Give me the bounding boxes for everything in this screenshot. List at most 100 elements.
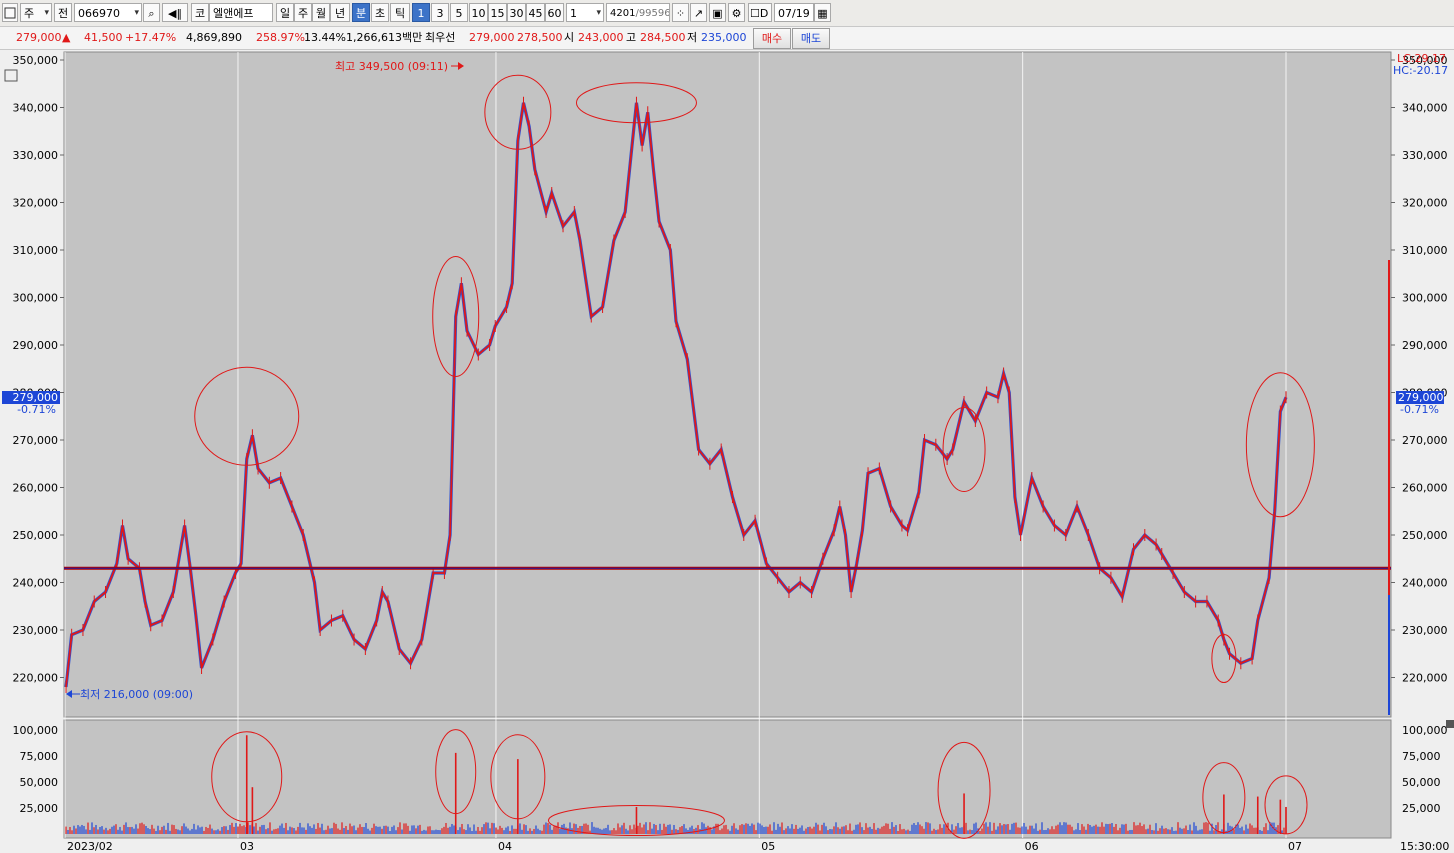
search-icon[interactable]: ⌕ — [143, 3, 160, 22]
prev-button[interactable]: 전 — [54, 3, 72, 22]
x-tick-label: 06 — [1025, 840, 1039, 853]
interval-1-button[interactable]: 1 — [412, 3, 430, 22]
interval-3-button[interactable]: 3 — [431, 3, 449, 22]
interval-input[interactable]: 1 — [566, 3, 604, 22]
x-tick-label: 05 — [761, 840, 775, 853]
volume-tick-label: 25,000 — [20, 802, 59, 815]
date-input[interactable]: 07/19 — [774, 3, 814, 22]
date-checkbox[interactable]: ☐D — [748, 3, 772, 22]
period-second-button[interactable]: 초 — [371, 3, 389, 22]
interval-10-button[interactable]: 10 — [469, 3, 488, 22]
annotation-high: 최고 349,500 (09:11) — [335, 60, 448, 73]
up-arrow-icon: ▲ — [62, 31, 71, 44]
volume-tick-label-right: 75,000 — [1402, 750, 1441, 763]
price-chart[interactable]: 350,000 350,000340,000 340,000330,000 330,0… — [0, 50, 1454, 853]
interval-30-button[interactable]: 30 — [507, 3, 526, 22]
volume-tick-label: 100,000 — [13, 724, 59, 737]
y-tick-label: 220,000 — [13, 672, 59, 685]
calendar-icon[interactable]: ▦ — [814, 3, 831, 22]
y-tick-label-right: 340,000 — [1402, 102, 1448, 115]
trade-amount: 1,266,613백만 — [346, 31, 423, 44]
interval-5-button[interactable]: 5 — [450, 3, 468, 22]
time-label: 15:30:00 — [1400, 840, 1449, 853]
quote-bar: 279,000 ▲ 41,500 +17.47% 4,869,890 258.9… — [0, 27, 1454, 50]
turnover-rate: 13.44% — [304, 31, 346, 44]
y-tick-label: 250,000 — [13, 529, 59, 542]
last-change-right: -0.71% — [1400, 403, 1439, 416]
y-tick-label-right: 220,000 — [1402, 672, 1448, 685]
y-tick-label-right: 270,000 — [1402, 434, 1448, 447]
period-week-button[interactable]: 주 — [294, 3, 312, 22]
period-year-button[interactable]: 년 — [330, 3, 350, 22]
hc-label: HC:-20.17 — [1393, 64, 1448, 77]
buy-button[interactable]: 매수 — [753, 28, 791, 49]
y-tick-label: 350,000 — [13, 54, 59, 67]
current-price: 279,000 — [16, 31, 62, 44]
save-icon[interactable]: ▣ — [709, 3, 726, 22]
y-tick-label: 320,000 — [13, 197, 59, 210]
y-tick-label: 270,000 — [13, 434, 59, 447]
toolbar: 주 전 066970 ⌕ ◀‖ 코 엘앤에프 일 주 월 년 분 초 틱 1 3… — [0, 0, 1454, 27]
y-tick-label-right: 300,000 — [1402, 292, 1448, 305]
gear-icon[interactable]: ⚙ — [728, 3, 745, 22]
high-label: 고 — [626, 31, 637, 44]
y-tick-label-right: 240,000 — [1402, 577, 1448, 590]
volume-tick-label-right: 50,000 — [1402, 776, 1441, 789]
y-tick-label: 330,000 — [13, 149, 59, 162]
volume-ratio: 258.97% — [256, 31, 305, 44]
speaker-icon[interactable]: ◀‖ — [162, 3, 188, 22]
y-tick-label: 290,000 — [13, 339, 59, 352]
period-day-button[interactable]: 일 — [276, 3, 294, 22]
high-price: 284,500 — [640, 31, 686, 44]
window-menu-icon[interactable] — [2, 3, 18, 22]
best-ask: 279,000 — [469, 31, 515, 44]
volume-collapse-icon[interactable] — [1446, 720, 1454, 728]
volume-tick-label: 50,000 — [20, 776, 59, 789]
y-tick-label-right: 250,000 — [1402, 529, 1448, 542]
y-tick-label-right: 260,000 — [1402, 482, 1448, 495]
interval-45-button[interactable]: 45 — [526, 3, 545, 22]
interval-60-button[interactable]: 60 — [545, 3, 564, 22]
low-label: 저 — [687, 31, 698, 44]
open-price: 243,000 — [578, 31, 624, 44]
x-tick-label: 07 — [1288, 840, 1302, 853]
market-badge[interactable]: 코 — [191, 3, 209, 22]
change-percent: +17.47% — [125, 31, 177, 44]
period-month-button[interactable]: 월 — [312, 3, 330, 22]
period-minute-button[interactable]: 분 — [352, 3, 370, 22]
price-change: 41,500 — [84, 31, 123, 44]
annotation-low: 최저 216,000 (09:00) — [80, 688, 193, 701]
volume-tick-label-right: 25,000 — [1402, 802, 1441, 815]
y-tick-label: 300,000 — [13, 292, 59, 305]
market-type-select[interactable]: 주 — [20, 3, 52, 22]
interval-15-button[interactable]: 15 — [488, 3, 507, 22]
y-tick-label: 340,000 — [13, 102, 59, 115]
y-tick-label-right: 290,000 — [1402, 339, 1448, 352]
bar-count-input[interactable]: 4201/99596 — [606, 3, 670, 22]
y-tick-label: 240,000 — [13, 577, 59, 590]
period-tick-button[interactable]: 틱 — [390, 3, 410, 22]
y-tick-label-right: 330,000 — [1402, 149, 1448, 162]
y-tick-label-right: 310,000 — [1402, 244, 1448, 257]
x-tick-label: 03 — [240, 840, 254, 853]
trade-volume: 4,869,890 — [186, 31, 242, 44]
y-tick-label: 310,000 — [13, 244, 59, 257]
x-tick-label: 2023/02 — [67, 840, 113, 853]
y-tick-label: 230,000 — [13, 624, 59, 637]
volume-tick-label: 75,000 — [20, 750, 59, 763]
sell-button[interactable]: 매도 — [792, 28, 830, 49]
grid-icon[interactable]: ⁘ — [672, 3, 689, 22]
price-plot-area[interactable] — [63, 51, 1392, 718]
low-price: 235,000 — [701, 31, 747, 44]
y-tick-label-right: 230,000 — [1402, 624, 1448, 637]
stock-code-input[interactable]: 066970 — [74, 3, 142, 22]
volume-tick-label-right: 100,000 — [1402, 724, 1448, 737]
y-tick-label-right: 320,000 — [1402, 197, 1448, 210]
last-change-left: -0.71% — [17, 403, 56, 416]
volume-plot-area[interactable] — [63, 719, 1392, 839]
x-tick-label: 04 — [498, 840, 512, 853]
chart-style-icon[interactable]: ↗ — [690, 3, 707, 22]
stock-name-field[interactable]: 엘앤에프 — [209, 3, 273, 22]
best-bid: 278,500 — [517, 31, 563, 44]
best-ask-label: 최우선 — [425, 31, 456, 44]
